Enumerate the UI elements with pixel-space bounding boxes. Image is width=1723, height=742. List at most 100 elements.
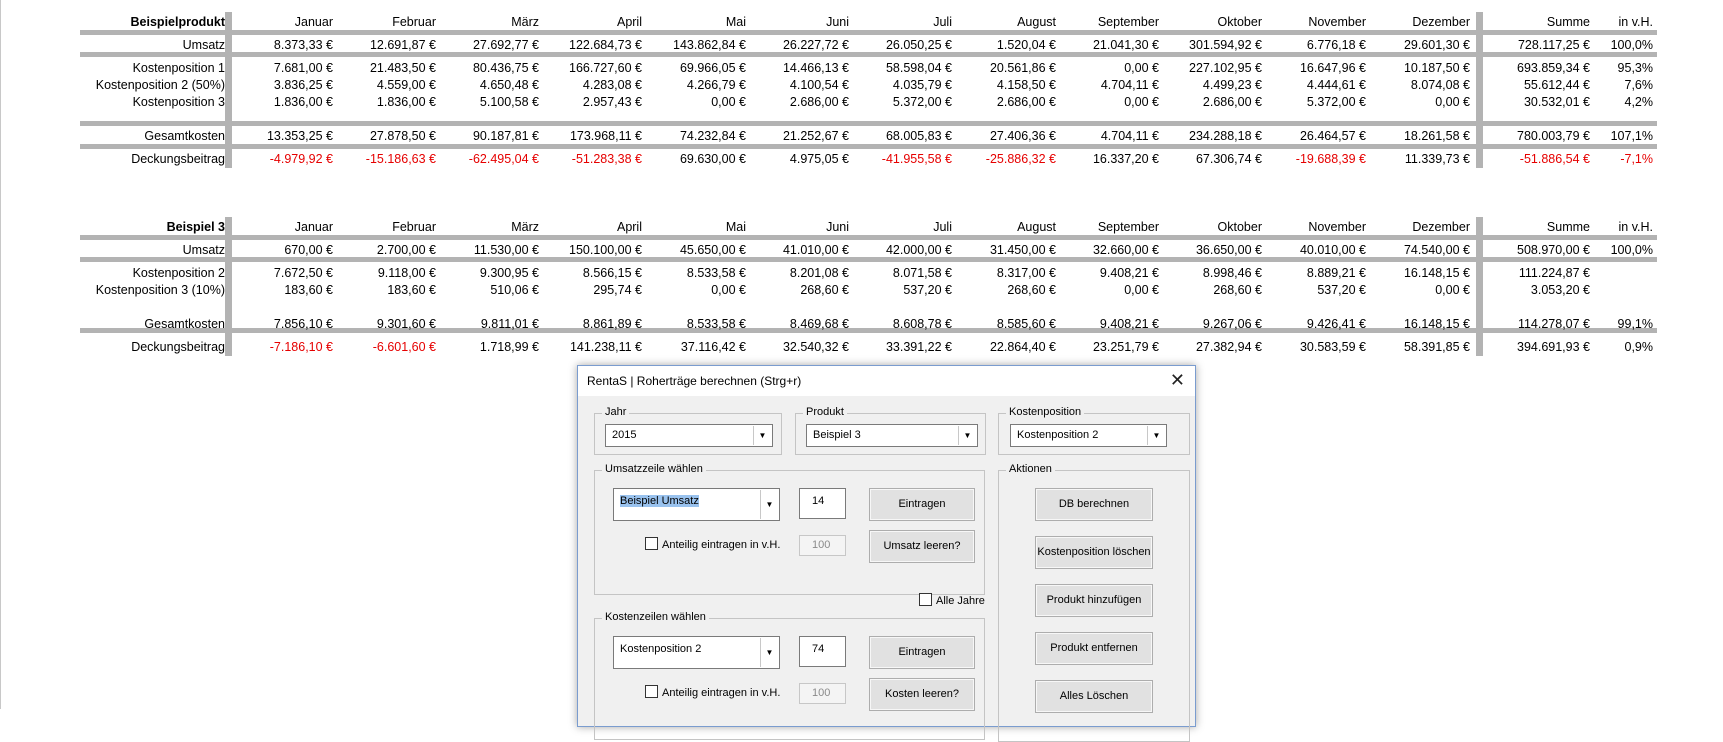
- table2-cell-summe: 114.278,07 €: [1517, 317, 1590, 331]
- table2-cell: 268,60 €: [1007, 283, 1056, 297]
- table2-cell-pct: 100,0%: [1610, 243, 1653, 257]
- table2-title: Beispiel 3: [166, 220, 225, 234]
- kosten-eintragen-button[interactable]: Eintragen: [869, 636, 975, 669]
- table2-row-label: Umsatz: [182, 243, 225, 257]
- table1-cell: 26.050,25 €: [885, 38, 952, 52]
- table1-cell: 4.499,23 €: [1202, 78, 1262, 92]
- table1-row-label: Umsatz: [182, 38, 225, 52]
- table2-header-12: Dezember: [1412, 220, 1470, 234]
- table1-cell: 2.686,00 €: [996, 95, 1056, 109]
- kosten-anteilig-checkbox[interactable]: Anteilig eintragen in v.H.: [645, 685, 780, 700]
- table2-cell: 74.540,00 €: [1403, 243, 1470, 257]
- umsatz-anteilig-label: Anteilig eintragen in v.H.: [662, 539, 781, 551]
- table2-cell: 9.426,41 €: [1306, 317, 1366, 331]
- table1-row-label: Gesamtkosten: [144, 129, 225, 143]
- table1-cell: 7.681,00 €: [273, 61, 333, 75]
- table2-cell: 22.864,40 €: [989, 340, 1056, 354]
- db-berechnen-button[interactable]: DB berechnen: [1035, 488, 1153, 521]
- dialog-title: RentaS | Roherträge berechnen (Strg+r): [587, 374, 802, 388]
- table2-cell: 8.533,58 €: [686, 266, 746, 280]
- chevron-down-icon[interactable]: ▼: [760, 490, 778, 519]
- alles-loeschen-button[interactable]: Alles Löschen: [1035, 680, 1153, 713]
- jahr-select[interactable]: 2015 ▼: [605, 424, 773, 447]
- table2-cell: 42.000,00 €: [885, 243, 952, 257]
- table1-row-label: Deckungsbeitrag: [131, 152, 225, 166]
- kosten-anteilig-label: Anteilig eintragen in v.H.: [662, 687, 781, 699]
- table1-cell: 166.727,60 €: [569, 61, 642, 75]
- kosten-value: Kostenposition 2: [620, 643, 702, 655]
- chevron-down-icon[interactable]: ▼: [1147, 426, 1165, 445]
- produkt-legend: Produkt: [803, 406, 847, 418]
- table2-cell: 58.391,85 €: [1403, 340, 1470, 354]
- kosten-leeren-button[interactable]: Kosten leeren?: [869, 678, 975, 711]
- table2-cell: 31.450,00 €: [989, 243, 1056, 257]
- table1-cell: 1.520,04 €: [996, 38, 1056, 52]
- table1-cell: -4.979,92 €: [269, 152, 333, 166]
- table1-header-5: Mai: [725, 15, 746, 29]
- umsatz-anteilig-checkbox[interactable]: Anteilig eintragen in v.H.: [645, 537, 780, 552]
- table1-row-label: Kostenposition 3: [132, 95, 225, 109]
- kostenposition-loeschen-button[interactable]: Kostenposition löschen: [1035, 536, 1153, 569]
- alle-jahre-checkbox[interactable]: Alle Jahre: [919, 593, 985, 608]
- table1-cell: 29.601,30 €: [1403, 38, 1470, 52]
- kosten-legend: Kostenzeilen wählen: [602, 611, 709, 623]
- produkt-select[interactable]: Beispiel 3 ▼: [806, 424, 978, 447]
- table1-cell: 173.968,11 €: [569, 129, 642, 143]
- umsatz-leeren-button[interactable]: Umsatz leeren?: [869, 530, 975, 563]
- table1-cell: 2.686,00 €: [1202, 95, 1262, 109]
- table1-header-6: Juni: [826, 15, 849, 29]
- table1-cell: 4.266,79 €: [686, 78, 746, 92]
- table1-row-label: Kostenposition 1: [132, 61, 225, 75]
- checkbox-box[interactable]: [919, 593, 932, 606]
- table1-cell: 20.561,86 €: [989, 61, 1056, 75]
- checkbox-box[interactable]: [645, 685, 658, 698]
- table2-cell: 150.100,00 €: [569, 243, 642, 257]
- umsatz-eintragen-button[interactable]: Eintragen: [869, 488, 975, 521]
- close-icon[interactable]: ✕: [1170, 371, 1185, 389]
- table1-hband-2: [80, 121, 1657, 126]
- kosten-row-input[interactable]: 74: [799, 636, 846, 667]
- produkt-entfernen-button[interactable]: Produkt entfernen: [1035, 632, 1153, 665]
- table1-cell: 234.288,18 €: [1189, 129, 1262, 143]
- table1-cell: 4.704,11 €: [1100, 129, 1159, 143]
- table1-cell: 16.337,20 €: [1092, 152, 1159, 166]
- table2-cell: 7.856,10 €: [273, 317, 333, 331]
- umsatz-legend: Umsatzzeile wählen: [602, 463, 706, 475]
- table1-cell: 74.232,84 €: [679, 129, 746, 143]
- table1-cell: 5.372,00 €: [1306, 95, 1366, 109]
- table1-cell: 4.650,48 €: [479, 78, 539, 92]
- table2-header-7: Juli: [933, 220, 952, 234]
- umsatz-pct-input[interactable]: 100: [799, 535, 846, 556]
- kosten-pct-input[interactable]: 100: [799, 683, 846, 704]
- table2-cell: 510,06 €: [490, 283, 539, 297]
- umsatz-row-input[interactable]: 14: [799, 488, 846, 519]
- table2-header-4: April: [616, 220, 642, 234]
- table1-cell: 14.466,13 €: [782, 61, 849, 75]
- chevron-down-icon[interactable]: ▼: [760, 638, 778, 667]
- table1-cell: -19.688,39 €: [1295, 152, 1366, 166]
- table2-cell: 183,60 €: [284, 283, 333, 297]
- table1-cell: 5.100,58 €: [479, 95, 539, 109]
- table1-cell-summe: 728.117,25 €: [1517, 38, 1590, 52]
- table2-cell: 0,00 €: [1124, 283, 1159, 297]
- table2-cell: 9.408,21 €: [1099, 317, 1159, 331]
- table2-cell: 8.608,78 €: [892, 317, 952, 331]
- table1-cell: 301.594,92 €: [1189, 38, 1262, 52]
- umsatz-select[interactable]: Beispiel Umsatz ▼: [613, 488, 780, 521]
- table2-cell: 23.251,79 €: [1092, 340, 1159, 354]
- table1-row-label: Kostenposition 2 (50%): [95, 78, 225, 92]
- table2-cell: 45.650,00 €: [679, 243, 746, 257]
- table2-cell-pct: 0,9%: [1624, 340, 1654, 354]
- chevron-down-icon[interactable]: ▼: [753, 426, 771, 445]
- kostenposition-select[interactable]: Kostenposition 2 ▼: [1010, 424, 1167, 447]
- table1-cell: 26.227,72 €: [782, 38, 849, 52]
- chevron-down-icon[interactable]: ▼: [958, 426, 976, 445]
- checkbox-box[interactable]: [645, 537, 658, 550]
- table1-header-pct: in v.H.: [1618, 15, 1654, 29]
- table1-cell: -51.283,38 €: [571, 152, 642, 166]
- table2-cell: 141.238,11 €: [569, 340, 642, 354]
- table2-cell: 8.585,60 €: [996, 317, 1056, 331]
- table1-cell: 227.102,95 €: [1189, 61, 1262, 75]
- kosten-select[interactable]: Kostenposition 2 ▼: [613, 636, 780, 669]
- produkt-hinzufuegen-button[interactable]: Produkt hinzufügen: [1035, 584, 1153, 617]
